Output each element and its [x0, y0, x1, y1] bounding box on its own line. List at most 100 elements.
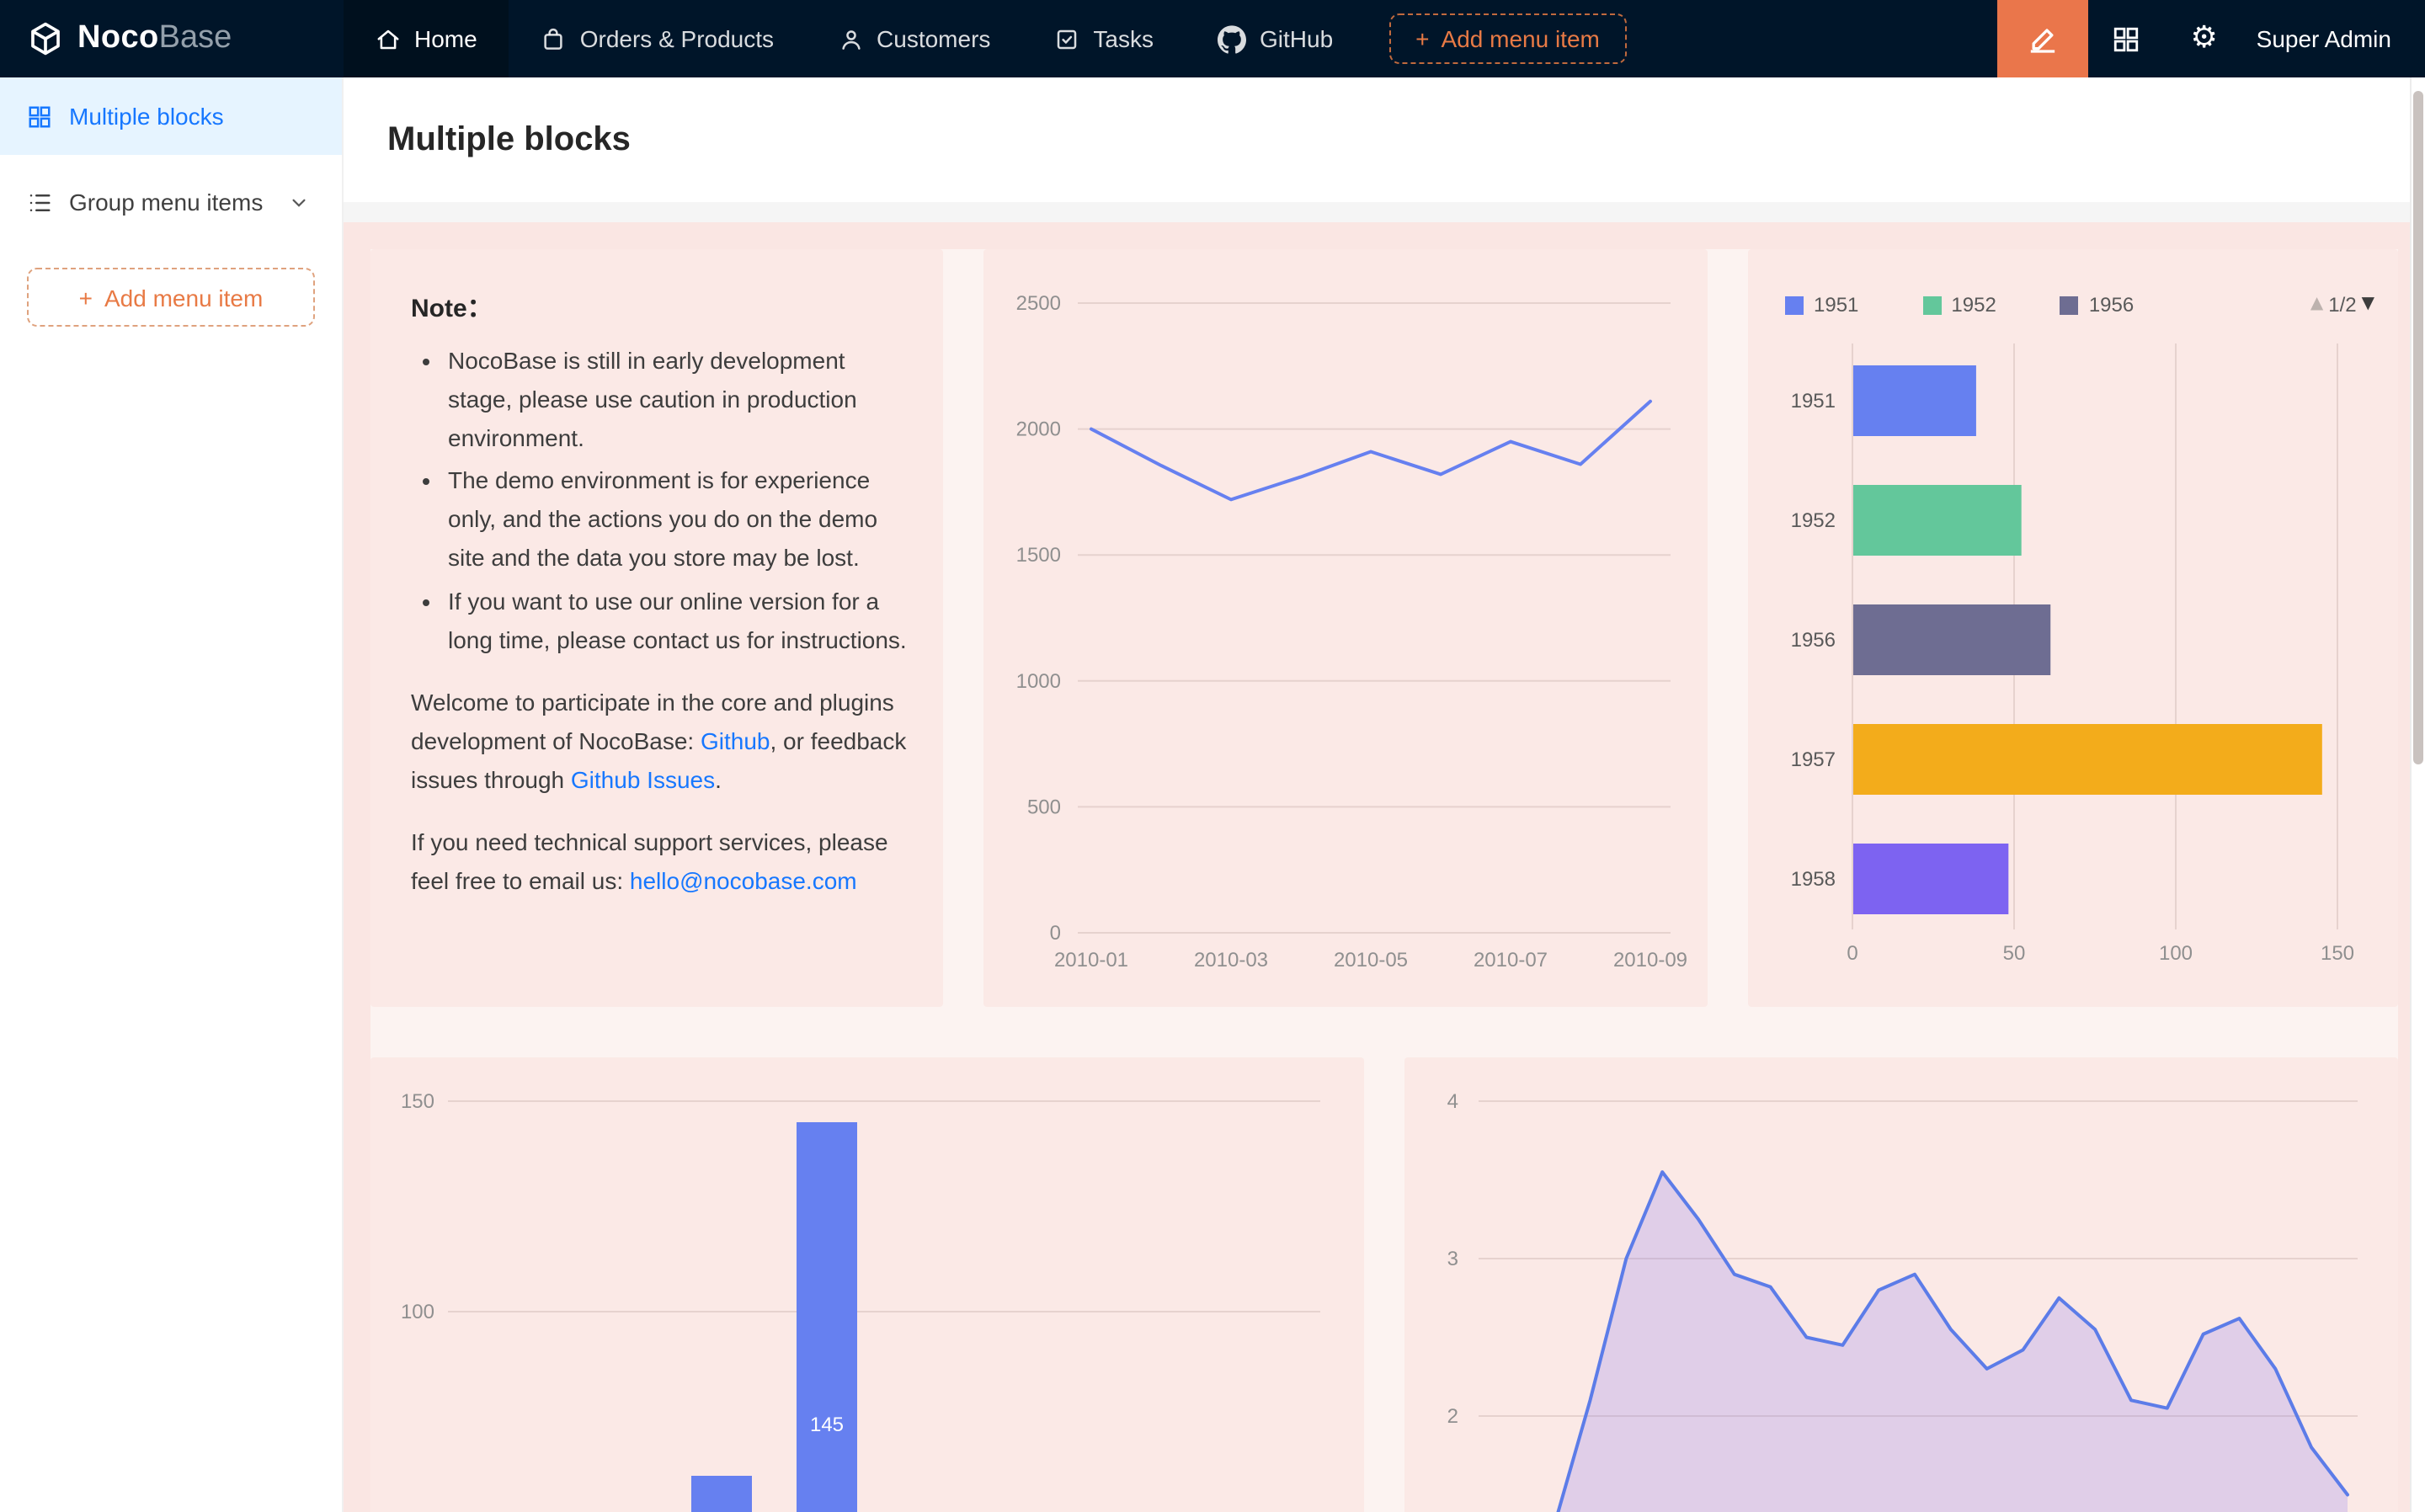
svg-text:1957: 1957: [1791, 748, 1836, 771]
sidebar-item-label: Multiple blocks: [69, 103, 224, 130]
orders-icon: [541, 26, 567, 51]
triangle-up-icon[interactable]: ▲: [2310, 296, 2323, 313]
svg-text:4: 4: [1447, 1090, 1458, 1113]
legend-label: 1951: [1814, 293, 1858, 317]
header-actions: ⚙ Super Admin: [1997, 0, 2425, 77]
legend-pager: ▲ 1/2 ▼: [2310, 293, 2374, 317]
note-title: Note：: [411, 290, 909, 325]
vertical-scrollbar[interactable]: [2410, 77, 2425, 1512]
page-header: Multiple blocks: [344, 77, 2425, 202]
add-menu-item-button-header[interactable]: + Add menu item: [1388, 13, 1627, 64]
plugin-manager-button[interactable]: [2088, 0, 2166, 77]
tasks-icon: [1054, 26, 1079, 51]
grid-icon: [2113, 24, 2141, 53]
email-link[interactable]: hello@nocobase.com: [630, 867, 857, 894]
svg-text:3: 3: [1447, 1248, 1458, 1270]
column-chart: 15010050145: [370, 1057, 1364, 1512]
column-chart-block: 15010050145: [370, 1057, 1364, 1512]
sidebar: Multiple blocks Group menu items + Add m…: [0, 77, 344, 1512]
note-block: Note： NocoBase is still in early develop…: [370, 249, 943, 1007]
nocobase-logo[interactable]: NocoBase: [0, 0, 344, 77]
nav-item-tasks[interactable]: Tasks: [1022, 0, 1186, 77]
bar-chart-block: 1951 1952 1956 ▲ 1/2 ▼ 0 50 100 150 1951 1952…: [1748, 249, 2398, 1007]
line-chart-block: 050010001500200025002010-012010-032010-0…: [983, 249, 1708, 1007]
area-chart: 4 3 2: [1404, 1057, 2398, 1512]
github-link[interactable]: Github: [701, 727, 770, 754]
svg-text:50: 50: [2003, 942, 2026, 965]
legend-swatch: [1922, 295, 1941, 314]
note-bullet: NocoBase is still in early development s…: [448, 342, 909, 459]
github-icon: [1218, 24, 1246, 53]
svg-text:150: 150: [401, 1090, 434, 1113]
sidebar-item-group-menu-items[interactable]: Group menu items: [0, 163, 342, 241]
add-menu-item-label: Add menu item: [1442, 25, 1600, 52]
nav-item-label: Home: [414, 25, 477, 52]
area-chart-block: 4 3 2: [1404, 1057, 2398, 1512]
svg-text:1000: 1000: [1016, 670, 1061, 693]
svg-text:1956: 1956: [1791, 629, 1836, 652]
svg-text:1500: 1500: [1016, 544, 1061, 567]
note-bullet-list: NocoBase is still in early development s…: [411, 342, 909, 660]
sidebar-item-multiple-blocks[interactable]: Multiple blocks: [0, 77, 342, 155]
note-text: .: [715, 766, 722, 793]
svg-text:100: 100: [2159, 942, 2193, 965]
svg-text:0: 0: [1847, 942, 1857, 965]
svg-text:2000: 2000: [1016, 418, 1061, 441]
legend-item-1952[interactable]: 1952: [1922, 293, 1996, 317]
github-issues-link[interactable]: Github Issues: [571, 766, 715, 793]
page-title: Multiple blocks: [387, 120, 631, 159]
nav-item-home[interactable]: Home: [344, 0, 509, 77]
home-icon: [376, 26, 401, 51]
triangle-down-icon[interactable]: ▼: [2362, 296, 2374, 313]
note-bullet: The demo environment is for experience o…: [448, 462, 909, 579]
line-chart: 050010001500200025002010-012010-032010-0…: [983, 249, 1708, 1000]
svg-text:145: 145: [810, 1414, 844, 1436]
page-blocks-panel: Note： NocoBase is still in early develop…: [344, 222, 2425, 1512]
svg-text:150: 150: [2321, 942, 2354, 965]
logo-text-base: Base: [159, 20, 232, 57]
customers-icon: [838, 26, 863, 51]
gear-icon: ⚙: [2191, 24, 2218, 54]
chart-legend: 1951 1952 1956 ▲ 1/2 ▼: [1785, 293, 2374, 317]
legend-item-1951[interactable]: 1951: [1785, 293, 1858, 317]
svg-text:500: 500: [1027, 796, 1061, 818]
svg-text:2500: 2500: [1016, 292, 1061, 315]
list-icon: [27, 189, 52, 215]
user-menu[interactable]: Super Admin: [2243, 25, 2425, 52]
legend-item-1956[interactable]: 1956: [2060, 293, 2134, 317]
nav-item-orders-products[interactable]: Orders & Products: [509, 0, 806, 77]
highlighter-icon: [2026, 22, 2060, 56]
legend-swatch: [1785, 295, 1804, 314]
legend-swatch: [2060, 295, 2079, 314]
legend-label: 1952: [1951, 293, 1996, 317]
nocobase-logo-icon: [27, 20, 64, 57]
add-menu-item-button-sidebar[interactable]: + Add menu item: [27, 268, 315, 327]
svg-text:2010-03: 2010-03: [1194, 949, 1268, 972]
top-nav-bar: NocoBase Home Orders & Products Customer…: [0, 0, 2425, 77]
horizontal-bar-chart: 0 50 100 150 1951 1952 1956 1957 1958: [1748, 249, 2398, 1000]
nav-item-github[interactable]: GitHub: [1186, 0, 1365, 77]
plus-icon: +: [1415, 27, 1429, 51]
svg-text:1952: 1952: [1791, 509, 1836, 532]
nav-item-label: Customers: [877, 25, 990, 52]
note-bullet: If you want to use our online version fo…: [448, 582, 909, 659]
svg-text:100: 100: [401, 1301, 434, 1323]
svg-text:2: 2: [1447, 1405, 1458, 1428]
nav-item-label: Tasks: [1093, 25, 1154, 52]
add-menu-item-label: Add menu item: [104, 284, 263, 311]
sidebar-item-label: Group menu items: [69, 189, 263, 216]
settings-button[interactable]: ⚙: [2166, 0, 2243, 77]
nav-item-customers[interactable]: Customers: [806, 0, 1022, 77]
svg-text:0: 0: [1050, 922, 1061, 945]
nav-item-label: GitHub: [1260, 25, 1333, 52]
note-paragraph: If you need technical support services, …: [411, 823, 909, 901]
svg-text:2010-05: 2010-05: [1334, 949, 1408, 972]
svg-text:1958: 1958: [1791, 868, 1836, 891]
ui-editor-button[interactable]: [1997, 0, 2088, 77]
legend-label: 1956: [2089, 293, 2134, 317]
svg-text:2010-07: 2010-07: [1474, 949, 1548, 972]
app-window: NocoBase Home Orders & Products Customer…: [0, 0, 2425, 1512]
scrollbar-thumb[interactable]: [2413, 91, 2423, 764]
svg-text:2010-09: 2010-09: [1613, 949, 1687, 972]
nav-item-label: Orders & Products: [580, 25, 774, 52]
